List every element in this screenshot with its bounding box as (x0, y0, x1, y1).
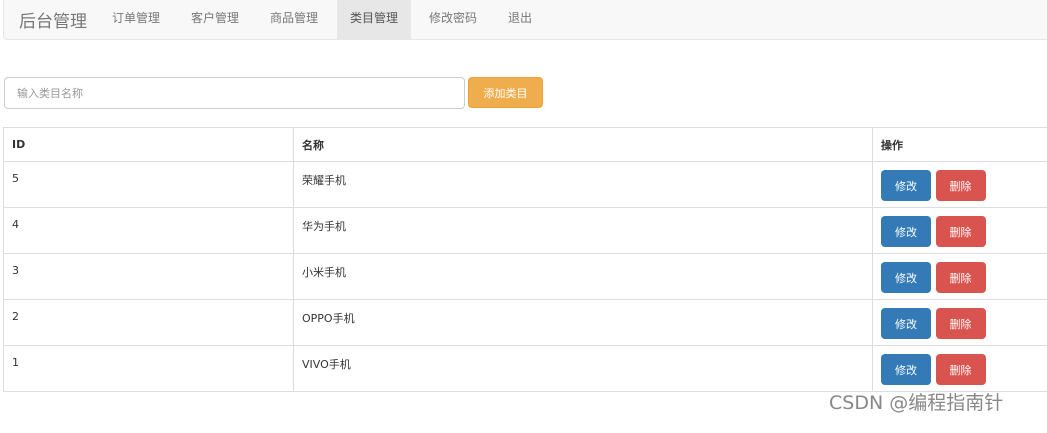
category-table: ID 名称 操作 5 荣耀手机 修改 删除 4 华为手机 修改 删除 3 小米手机 … (3, 127, 1047, 392)
table-row: 3 小米手机 修改 删除 (3, 253, 1047, 300)
cell-id: 1 (3, 345, 294, 392)
delete-button[interactable]: 删除 (935, 308, 986, 339)
delete-button[interactable]: 删除 (935, 354, 986, 385)
header-name: 名称 (293, 127, 873, 162)
cell-id: 4 (3, 207, 294, 254)
nav-products[interactable]: 商品管理 (257, 0, 331, 39)
cell-actions: 修改 删除 (872, 161, 1047, 208)
nav-logout[interactable]: 退出 (495, 0, 545, 39)
cell-id: 3 (3, 253, 294, 300)
cell-name: 荣耀手机 (293, 161, 873, 208)
table-row: 2 OPPO手机 修改 删除 (3, 299, 1047, 346)
cell-name: OPPO手机 (293, 299, 873, 346)
cell-name: 华为手机 (293, 207, 873, 254)
cell-name: VIVO手机 (293, 345, 873, 392)
table-row: 5 荣耀手机 修改 删除 (3, 161, 1047, 208)
nav-orders[interactable]: 订单管理 (99, 0, 173, 39)
brand[interactable]: 后台管理 (19, 7, 87, 32)
nav-change-password[interactable]: 修改密码 (416, 0, 490, 39)
category-name-input[interactable] (4, 77, 465, 109)
edit-button[interactable]: 修改 (881, 354, 931, 385)
delete-button[interactable]: 删除 (935, 170, 986, 201)
table-row: 4 华为手机 修改 删除 (3, 207, 1047, 254)
delete-button[interactable]: 删除 (935, 216, 986, 247)
edit-button[interactable]: 修改 (881, 216, 931, 247)
header-actions: 操作 (872, 127, 1047, 162)
cell-actions: 修改 删除 (872, 299, 1047, 346)
edit-button[interactable]: 修改 (881, 262, 931, 293)
header-id: ID (3, 127, 294, 162)
add-category-button[interactable]: 添加类目 (468, 77, 543, 108)
navbar: 后台管理 订单管理 客户管理 商品管理 类目管理 修改密码 退出 (3, 0, 1047, 40)
watermark: CSDN @编程指南针 (829, 392, 1004, 414)
delete-button[interactable]: 删除 (935, 262, 986, 293)
edit-button[interactable]: 修改 (881, 170, 931, 201)
cell-id: 2 (3, 299, 294, 346)
cell-actions: 修改 删除 (872, 207, 1047, 254)
cell-actions: 修改 删除 (872, 253, 1047, 300)
nav-categories[interactable]: 类目管理 (337, 0, 412, 39)
edit-button[interactable]: 修改 (881, 308, 931, 339)
nav-customers[interactable]: 客户管理 (178, 0, 252, 39)
cell-actions: 修改 删除 (872, 345, 1047, 392)
cell-id: 5 (3, 161, 294, 208)
table-row: 1 VIVO手机 修改 删除 (3, 345, 1047, 392)
cell-name: 小米手机 (293, 253, 873, 300)
